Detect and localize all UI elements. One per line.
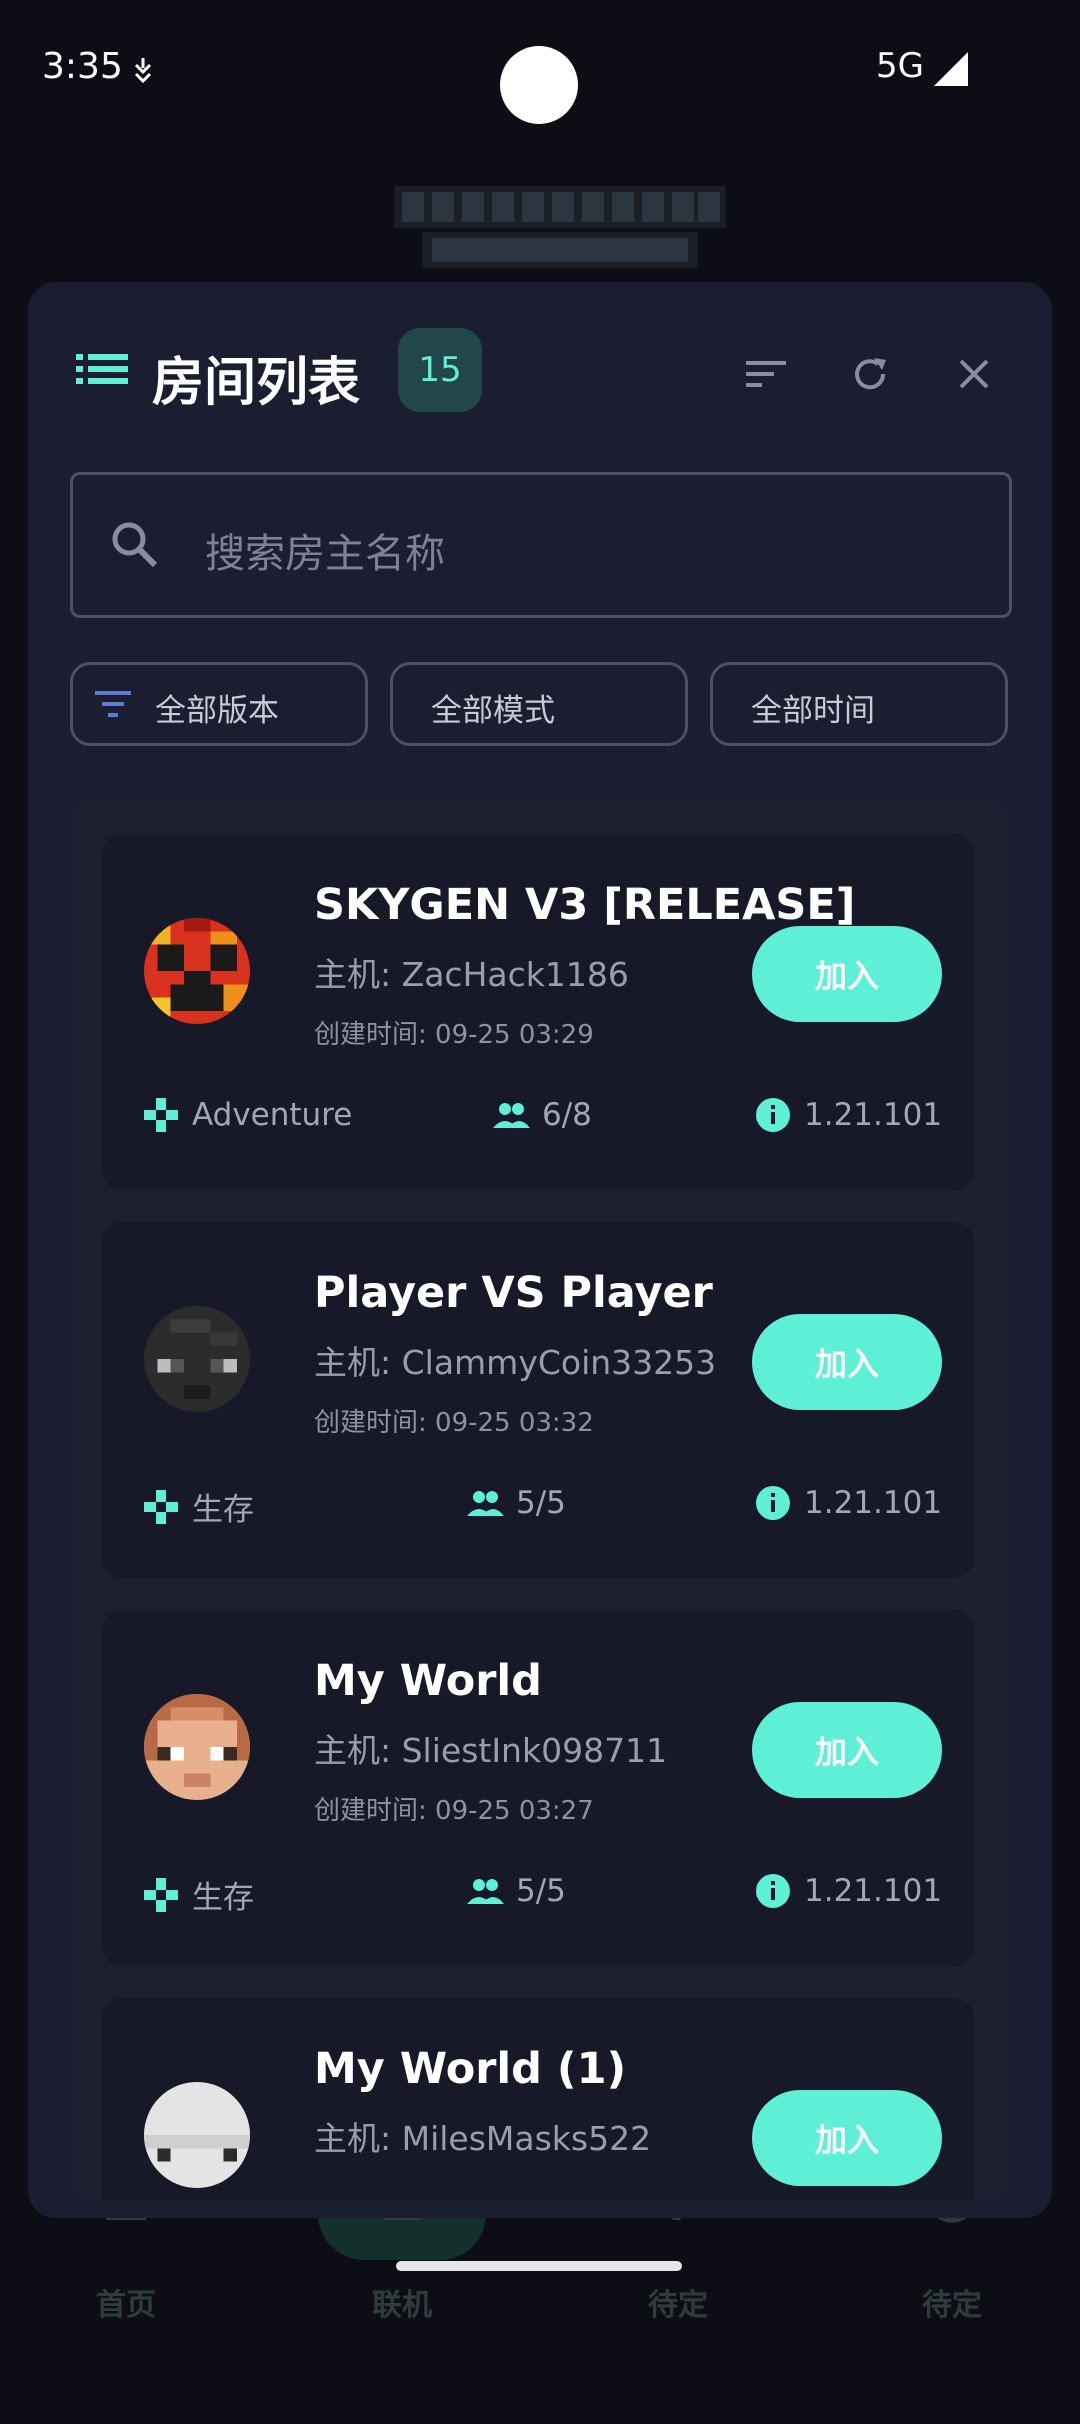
gamepad-icon <box>144 1877 178 1912</box>
room-players-count: 6/8 <box>542 1097 592 1133</box>
search-placeholder: 搜索房主名称 <box>205 531 445 577</box>
filter-label: 全部版本 <box>155 693 279 729</box>
search-icon <box>112 522 158 568</box>
people-icon <box>493 1103 530 1128</box>
room-version: 1.21.101 <box>754 1872 942 1910</box>
room-players: 6/8 <box>492 1096 592 1134</box>
room-count-badge: 15 <box>398 328 482 412</box>
room-players: 5/5 <box>466 1872 566 1910</box>
refresh-button[interactable] <box>838 342 902 406</box>
room-mode-label: Adventure <box>192 1097 353 1133</box>
filter-label: 全部模式 <box>431 693 555 729</box>
close-button[interactable] <box>942 342 1006 406</box>
avatar <box>144 1694 250 1800</box>
refresh-icon <box>855 358 886 390</box>
room-name: My World <box>314 1656 542 1706</box>
room-version-label: 1.21.101 <box>804 1485 943 1521</box>
join-button[interactable]: 加入 <box>752 2090 942 2186</box>
filter-mode[interactable]: 全部模式 <box>390 662 688 746</box>
watermark-logo <box>394 186 726 268</box>
sort-icon <box>746 361 786 387</box>
room-name: Player VS Player <box>314 1268 713 1318</box>
room-created-time: 创建时间: 09-25 03:29 <box>314 1020 594 1050</box>
avatar <box>144 1306 250 1412</box>
room-list[interactable]: SKYGEN V3 [RELEASE] 主机: ZacHack1186 创建时间… <box>70 800 1010 2200</box>
signal-icon <box>934 52 968 86</box>
room-card: Player VS Player 主机: ClammyCoin33253 创建时… <box>102 1222 974 1578</box>
home-indicator[interactable] <box>396 2261 682 2271</box>
nav-label: 待定 <box>922 2288 982 2323</box>
avatar <box>144 918 250 1024</box>
status-time: 3:35 <box>42 46 123 87</box>
search-input[interactable]: 搜索房主名称 <box>70 472 1012 618</box>
camera-cutout <box>500 46 578 124</box>
room-mode: Adventure <box>142 1096 352 1134</box>
filter-version[interactable]: 全部版本 <box>70 662 368 746</box>
join-button[interactable]: 加入 <box>752 1314 942 1410</box>
people-icon <box>467 1879 504 1904</box>
join-button[interactable]: 加入 <box>752 1702 942 1798</box>
room-players: 5/5 <box>466 1484 566 1522</box>
room-version-label: 1.21.101 <box>804 1873 943 1909</box>
room-name: My World (1) <box>314 2044 627 2094</box>
nav-label: 首页 <box>96 2288 156 2323</box>
room-card: SKYGEN V3 [RELEASE] 主机: ZacHack1186 创建时间… <box>102 834 974 1190</box>
nav-label: 联机 <box>372 2288 432 2323</box>
room-mode: 生存 <box>142 1872 254 1917</box>
room-host: 主机: ClammyCoin33253 <box>314 1343 717 1382</box>
network-label: 5G <box>876 46 924 86</box>
avatar <box>144 2082 250 2188</box>
room-list-panel: 房间列表 15 搜索房主名称 全部版本 全部模式 全部时间 SKYGEN V3 … <box>28 282 1052 2218</box>
info-icon <box>756 1874 790 1908</box>
room-host: 主机: SliestInk098711 <box>314 1731 668 1770</box>
list-icon <box>76 354 128 384</box>
notification-icon <box>134 58 152 84</box>
info-icon <box>756 1098 790 1132</box>
room-players-count: 5/5 <box>516 1873 566 1909</box>
page-title: 房间列表 <box>152 353 361 413</box>
room-mode-label: 生存 <box>192 1880 254 1916</box>
filter-label: 全部时间 <box>751 693 875 729</box>
filter-time[interactable]: 全部时间 <box>710 662 1008 746</box>
nav-label: 待定 <box>648 2288 708 2323</box>
filter-icon <box>95 691 131 717</box>
room-created-time: 创建时间: 09-25 03:32 <box>314 1408 594 1438</box>
panel-header: 房间列表 15 <box>28 282 1052 462</box>
close-icon <box>959 359 989 389</box>
gamepad-icon <box>144 1098 178 1132</box>
room-host: 主机: ZacHack1186 <box>314 955 629 994</box>
people-icon <box>467 1491 504 1516</box>
room-card: My World 主机: SliestInk098711 创建时间: 09-25… <box>102 1610 974 1966</box>
room-version-label: 1.21.101 <box>804 1097 943 1133</box>
join-button[interactable]: 加入 <box>752 926 942 1022</box>
room-mode-label: 生存 <box>192 1492 254 1528</box>
room-card: My World (1) 主机: MilesMasks522 加入 <box>102 1998 974 2200</box>
sort-button[interactable] <box>734 342 798 406</box>
status-bar: 3:35 5G <box>0 0 1080 140</box>
room-players-count: 5/5 <box>516 1485 566 1521</box>
room-created-time: 创建时间: 09-25 03:27 <box>314 1796 594 1826</box>
room-name: SKYGEN V3 [RELEASE] <box>314 880 856 930</box>
room-mode: 生存 <box>142 1484 254 1529</box>
gamepad-icon <box>144 1489 178 1524</box>
room-host: 主机: MilesMasks522 <box>314 2119 652 2158</box>
room-version: 1.21.101 <box>754 1484 942 1522</box>
room-version: 1.21.101 <box>754 1096 942 1134</box>
info-icon <box>756 1486 790 1520</box>
